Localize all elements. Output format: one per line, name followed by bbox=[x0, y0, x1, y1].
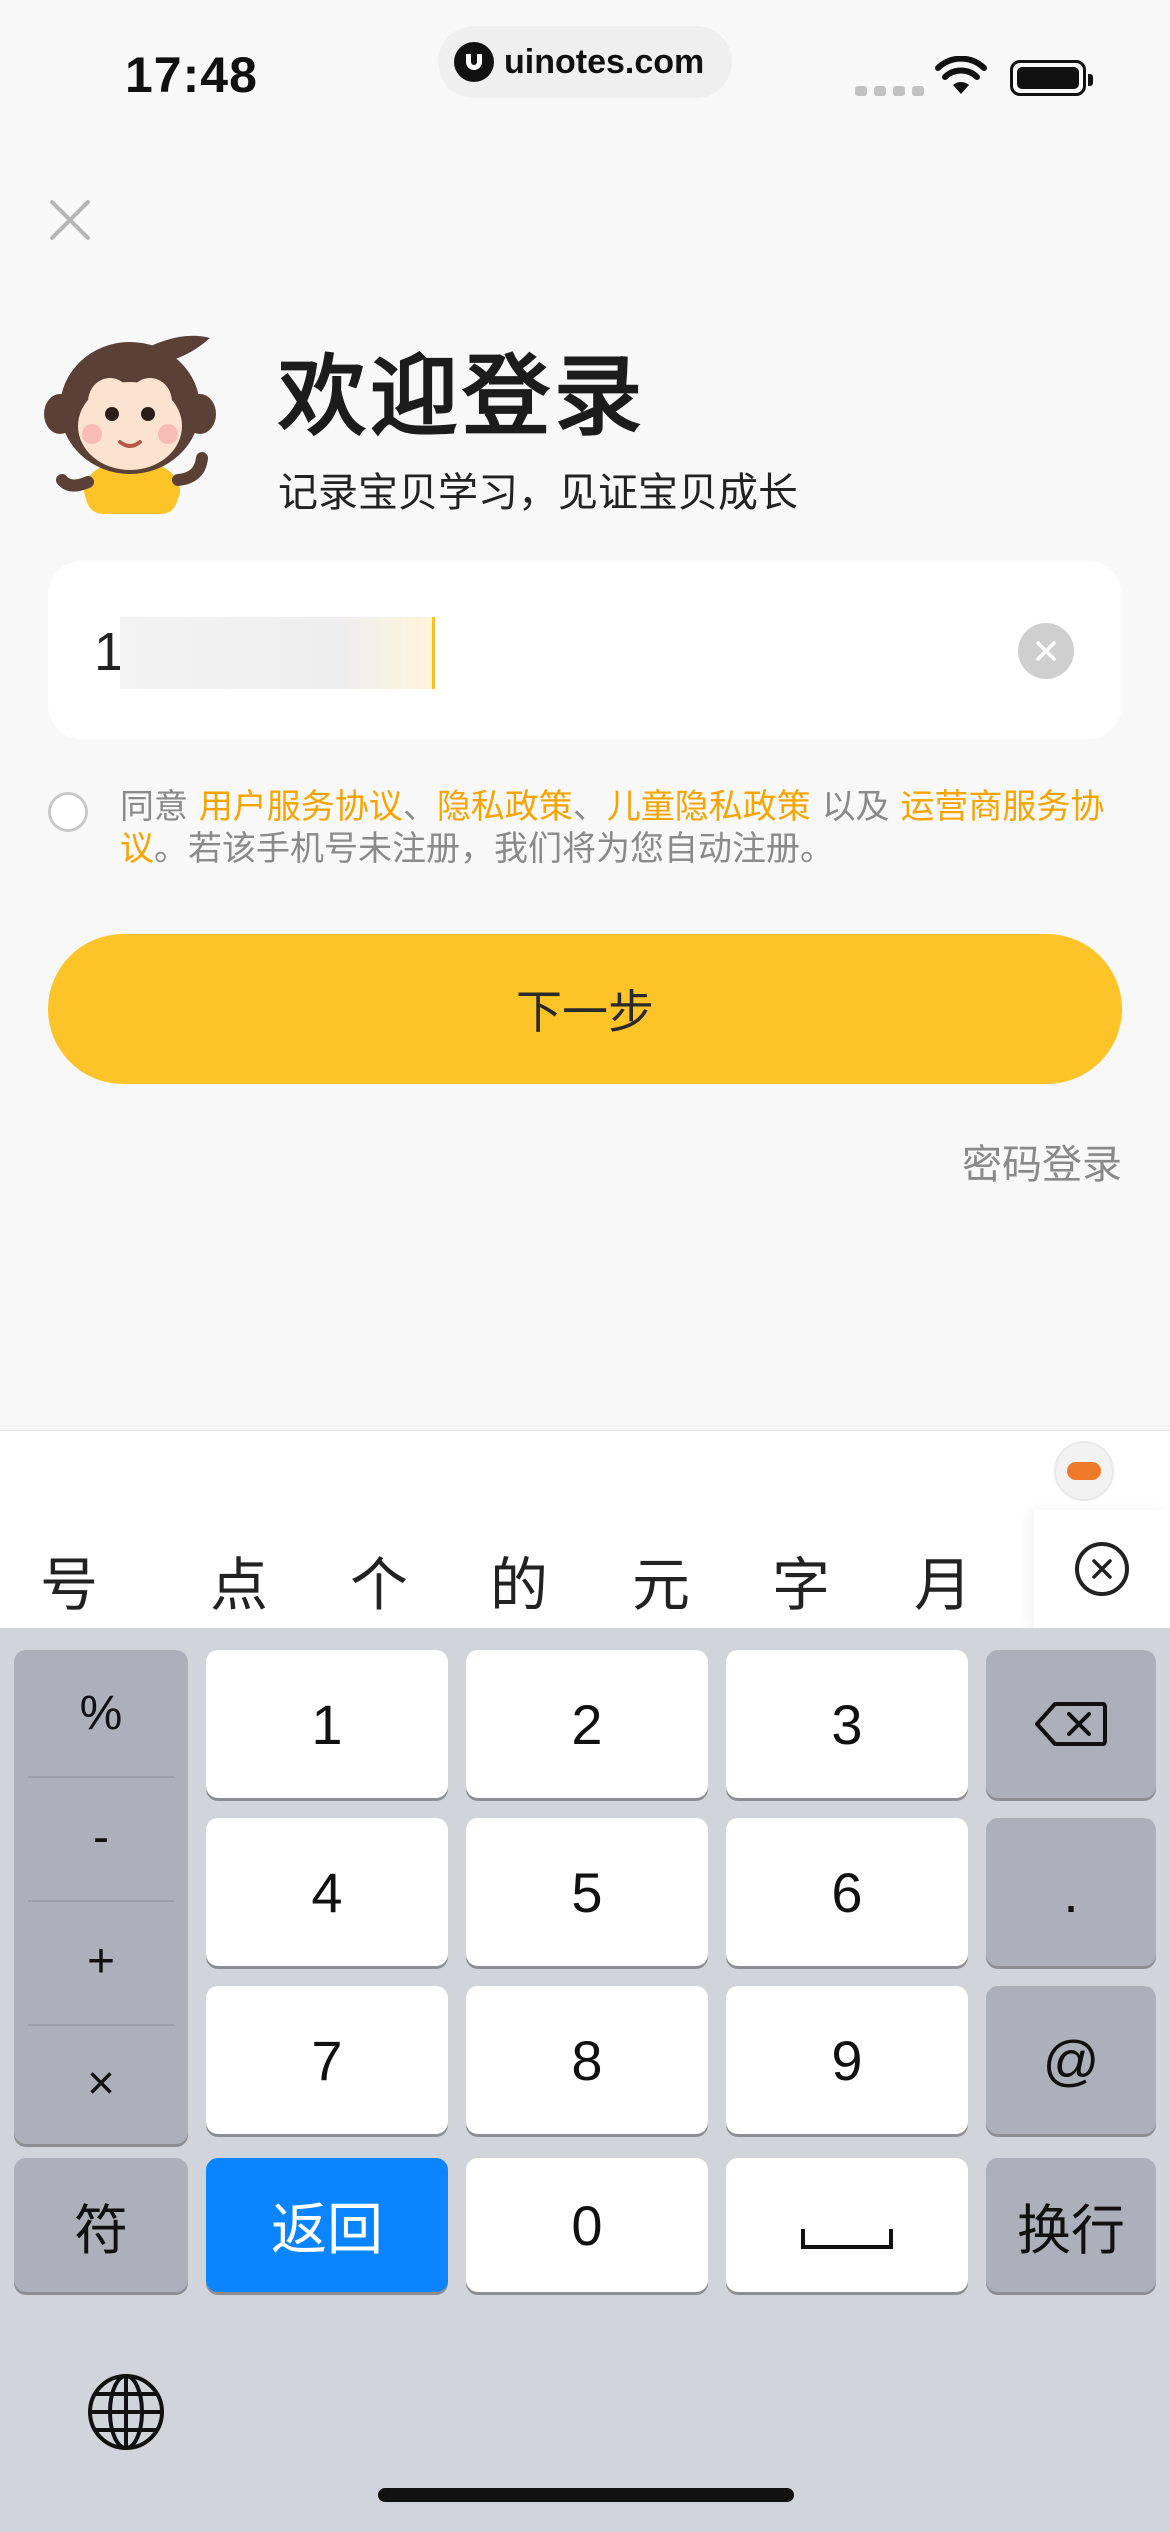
candidate-word[interactable]: 元 bbox=[632, 1538, 690, 1622]
next-step-button[interactable]: 下一步 bbox=[48, 934, 1122, 1084]
clear-icon bbox=[1036, 641, 1056, 661]
key-3[interactable]: 3 bbox=[726, 1650, 968, 1798]
candidate-word[interactable]: 点 bbox=[210, 1538, 268, 1622]
key-space[interactable] bbox=[726, 2158, 968, 2292]
candidate-close-button[interactable] bbox=[1034, 1510, 1170, 1628]
key-8[interactable]: 8 bbox=[466, 1986, 708, 2134]
phone-input-card[interactable]: 1 bbox=[48, 561, 1122, 739]
key-percent[interactable]: % bbox=[14, 1650, 188, 1776]
keyboard-toolbar bbox=[0, 1430, 1170, 1510]
key-minus[interactable]: - bbox=[14, 1774, 188, 1900]
status-time: 17:48 bbox=[125, 47, 258, 103]
agreement-prefix: 同意 bbox=[120, 787, 199, 827]
phone-number-mask bbox=[120, 617, 435, 689]
key-symbols[interactable]: 符 bbox=[14, 2158, 188, 2292]
key-plus[interactable]: + bbox=[14, 1898, 188, 2024]
backspace-icon bbox=[1035, 1702, 1107, 1746]
globe-icon[interactable] bbox=[86, 2372, 166, 2452]
clear-input-button[interactable] bbox=[1018, 623, 1074, 679]
home-indicator bbox=[378, 2488, 794, 2502]
candidate-word[interactable]: 号 bbox=[40, 1538, 98, 1622]
key-6[interactable]: 6 bbox=[726, 1818, 968, 1966]
keyboard-assistant-icon[interactable] bbox=[1054, 1441, 1114, 1501]
wifi-icon bbox=[935, 56, 987, 94]
key-9[interactable]: 9 bbox=[726, 1986, 968, 2134]
close-circle-icon bbox=[1075, 1542, 1129, 1596]
key-at[interactable]: @ bbox=[986, 1986, 1156, 2134]
site-logo-icon bbox=[454, 42, 494, 82]
candidate-word[interactable]: 字 bbox=[772, 1538, 830, 1622]
candidate-bar: 号 点 个 的 元 字 月 bbox=[0, 1510, 1170, 1628]
numeric-keyboard: % - + × 1 2 3 4 5 6 . 7 8 9 @ 符 返回 0 换行 bbox=[0, 1628, 1170, 2532]
key-7[interactable]: 7 bbox=[206, 1986, 448, 2134]
page-subtitle: 记录宝贝学习，见证宝贝成长 bbox=[278, 470, 798, 516]
key-dot[interactable]: . bbox=[986, 1818, 1156, 1966]
key-multiply[interactable]: × bbox=[14, 2020, 188, 2146]
key-4[interactable]: 4 bbox=[206, 1818, 448, 1966]
children-privacy-link[interactable]: 儿童隐私政策 bbox=[607, 787, 811, 827]
candidate-word[interactable]: 个 bbox=[350, 1538, 408, 1622]
candidate-word[interactable]: 的 bbox=[490, 1538, 548, 1622]
agreement-checkbox[interactable] bbox=[48, 792, 88, 832]
key-newline[interactable]: 换行 bbox=[986, 2158, 1156, 2292]
key-backspace[interactable] bbox=[986, 1650, 1156, 1798]
agreement-suffix: 。若该手机号未注册，我们将为您自动注册。 bbox=[154, 829, 834, 869]
key-0[interactable]: 0 bbox=[466, 2158, 708, 2292]
password-login-link[interactable]: 密码登录 bbox=[962, 1132, 1122, 1190]
battery-icon bbox=[1010, 60, 1093, 96]
space-icon bbox=[801, 2229, 893, 2249]
page-title: 欢迎登录 bbox=[278, 345, 647, 448]
key-1[interactable]: 1 bbox=[206, 1650, 448, 1798]
symbol-column: % - + × bbox=[14, 1650, 188, 2144]
agreement-text: 同意 用户服务协议、隐私政策、儿童隐私政策 以及 运营商服务协议。若该手机号未注… bbox=[120, 786, 1120, 870]
key-5[interactable]: 5 bbox=[466, 1818, 708, 1966]
agreement-separator: 、 bbox=[572, 787, 607, 827]
key-return[interactable]: 返回 bbox=[206, 2158, 448, 2292]
candidate-word[interactable]: 月 bbox=[914, 1538, 972, 1622]
user-agreement-link[interactable]: 用户服务协议 bbox=[199, 787, 403, 827]
status-bar: 17:48 uinotes.com bbox=[0, 0, 1170, 140]
url-pill[interactable]: uinotes.com bbox=[438, 26, 732, 98]
close-icon[interactable] bbox=[46, 196, 94, 244]
agreement-and: 以及 bbox=[810, 787, 901, 827]
cellular-signal-icon bbox=[855, 86, 924, 96]
key-2[interactable]: 2 bbox=[466, 1650, 708, 1798]
agreement-separator: 、 bbox=[402, 787, 437, 827]
url-text: uinotes.com bbox=[504, 42, 705, 81]
monkey-mascot-logo bbox=[44, 335, 216, 514]
privacy-policy-link[interactable]: 隐私政策 bbox=[437, 787, 573, 827]
